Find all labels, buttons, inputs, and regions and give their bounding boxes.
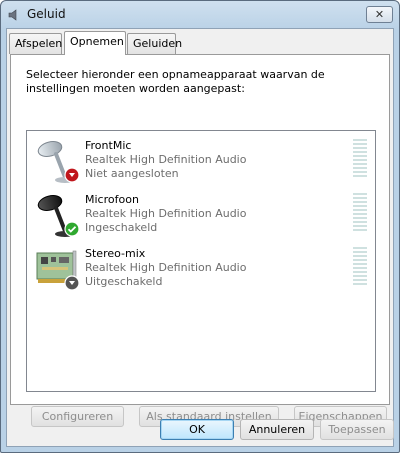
tab-afspelen[interactable]: Afspelen xyxy=(9,33,62,54)
device-driver: Realtek High Definition Audio xyxy=(85,153,247,166)
list-item-microfoon[interactable]: Microfoon Realtek High Definition Audio … xyxy=(27,189,375,243)
device-name: FrontMic xyxy=(85,139,132,152)
device-status: Niet aangesloten xyxy=(85,167,179,180)
cancel-button[interactable]: Annuleren xyxy=(240,419,314,440)
apply-button[interactable]: Toepassen xyxy=(320,419,394,440)
level-meter xyxy=(353,247,367,287)
instruction-text: Selecteer hieronder een opnameapparaat w… xyxy=(26,68,325,95)
unplugged-badge xyxy=(64,167,80,183)
title-bar[interactable]: Geluid ✕ xyxy=(1,1,399,29)
level-meter xyxy=(353,193,367,233)
microphone-icon xyxy=(34,137,82,185)
tab-geluiden[interactable]: Geluiden xyxy=(127,33,182,54)
device-driver: Realtek High Definition Audio xyxy=(85,207,247,220)
close-button[interactable]: ✕ xyxy=(366,6,393,23)
tab-opnemen[interactable]: Opnemen xyxy=(64,31,126,55)
microphone-icon xyxy=(34,191,82,239)
sound-card-icon xyxy=(34,245,82,293)
device-status: Uitgeschakeld xyxy=(85,275,163,288)
list-item-frontmic[interactable]: FrontMic Realtek High Definition Audio N… xyxy=(27,135,375,189)
dialog-client: Afspelen Opnemen Geluiden Selecteer hier… xyxy=(6,28,394,447)
device-list[interactable]: FrontMic Realtek High Definition Audio N… xyxy=(26,130,376,392)
window-title: Geluid xyxy=(27,7,66,21)
ok-button[interactable]: OK xyxy=(160,419,234,440)
close-icon: ✕ xyxy=(374,8,385,21)
sound-dialog: Geluid ✕ Afspelen Opnemen Geluiden Selec… xyxy=(0,0,400,453)
speaker-icon xyxy=(8,8,22,22)
configure-button[interactable]: Configureren xyxy=(31,406,124,427)
device-name: Microfoon xyxy=(85,193,139,206)
recording-panel: Selecteer hieronder een opnameapparaat w… xyxy=(10,54,390,427)
device-name: Stereo-mix xyxy=(85,247,146,260)
list-item-stereo-mix[interactable]: Stereo-mix Realtek High Definition Audio… xyxy=(27,243,375,297)
device-driver: Realtek High Definition Audio xyxy=(85,261,247,274)
device-status: Ingeschakeld xyxy=(85,221,158,234)
checkmark-badge xyxy=(64,221,80,237)
disabled-badge xyxy=(64,275,80,291)
level-meter xyxy=(353,139,367,179)
